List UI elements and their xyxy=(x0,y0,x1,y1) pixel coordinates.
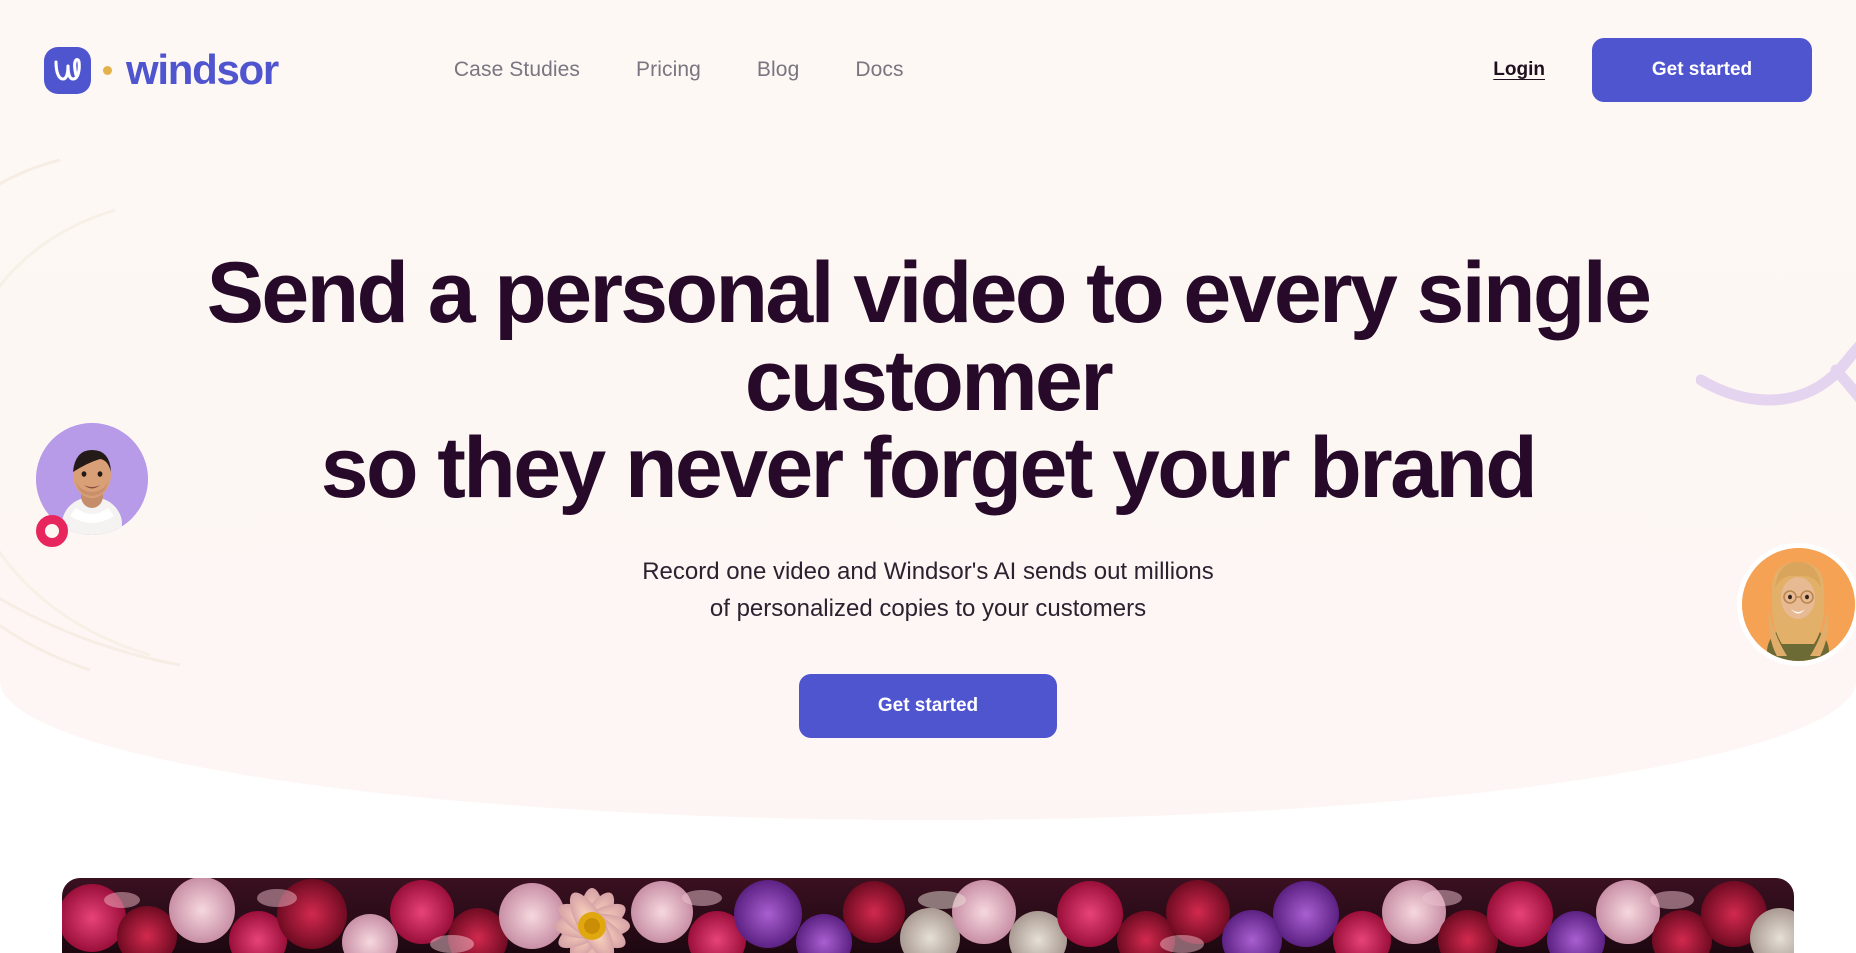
logo-accent-dot-icon xyxy=(103,65,112,75)
header-actions: Login Get started xyxy=(1493,38,1812,102)
nav-item-pricing[interactable]: Pricing xyxy=(636,58,701,82)
brand-logo[interactable]: windsor xyxy=(44,46,279,94)
nav-item-blog[interactable]: Blog xyxy=(757,58,799,82)
hero-headline-line2: so they never forget your brand xyxy=(320,420,1538,517)
windsor-w-logo-icon xyxy=(44,46,91,94)
hero-subheadline: Record one video and Windsor's AI sends … xyxy=(0,553,1856,627)
site-header: windsor Case Studies Pricing Blog Docs L… xyxy=(0,0,1856,140)
header-get-started-button[interactable]: Get started xyxy=(1592,38,1812,102)
hero-headline-line1: Send a personal video to every single cu… xyxy=(206,245,1652,429)
decorative-ring-icon xyxy=(36,515,68,547)
hero-headline: Send a personal video to every single cu… xyxy=(0,249,1856,517)
flowers-banner-image xyxy=(62,878,1794,953)
main-navigation: Case Studies Pricing Blog Docs xyxy=(454,58,904,82)
brand-name: windsor xyxy=(126,46,279,93)
nav-item-case-studies[interactable]: Case Studies xyxy=(454,58,580,82)
hero-cta-container: Get started xyxy=(0,673,1856,738)
hero-get-started-button[interactable]: Get started xyxy=(799,673,1057,738)
avatar-woman-orange-background xyxy=(1742,548,1855,661)
login-link[interactable]: Login xyxy=(1493,59,1545,81)
nav-item-docs[interactable]: Docs xyxy=(855,58,903,82)
hero-subheadline-line2: of personalized copies to your customers xyxy=(709,595,1147,623)
hero-subheadline-line1: Record one video and Windsor's AI sends … xyxy=(642,558,1214,586)
